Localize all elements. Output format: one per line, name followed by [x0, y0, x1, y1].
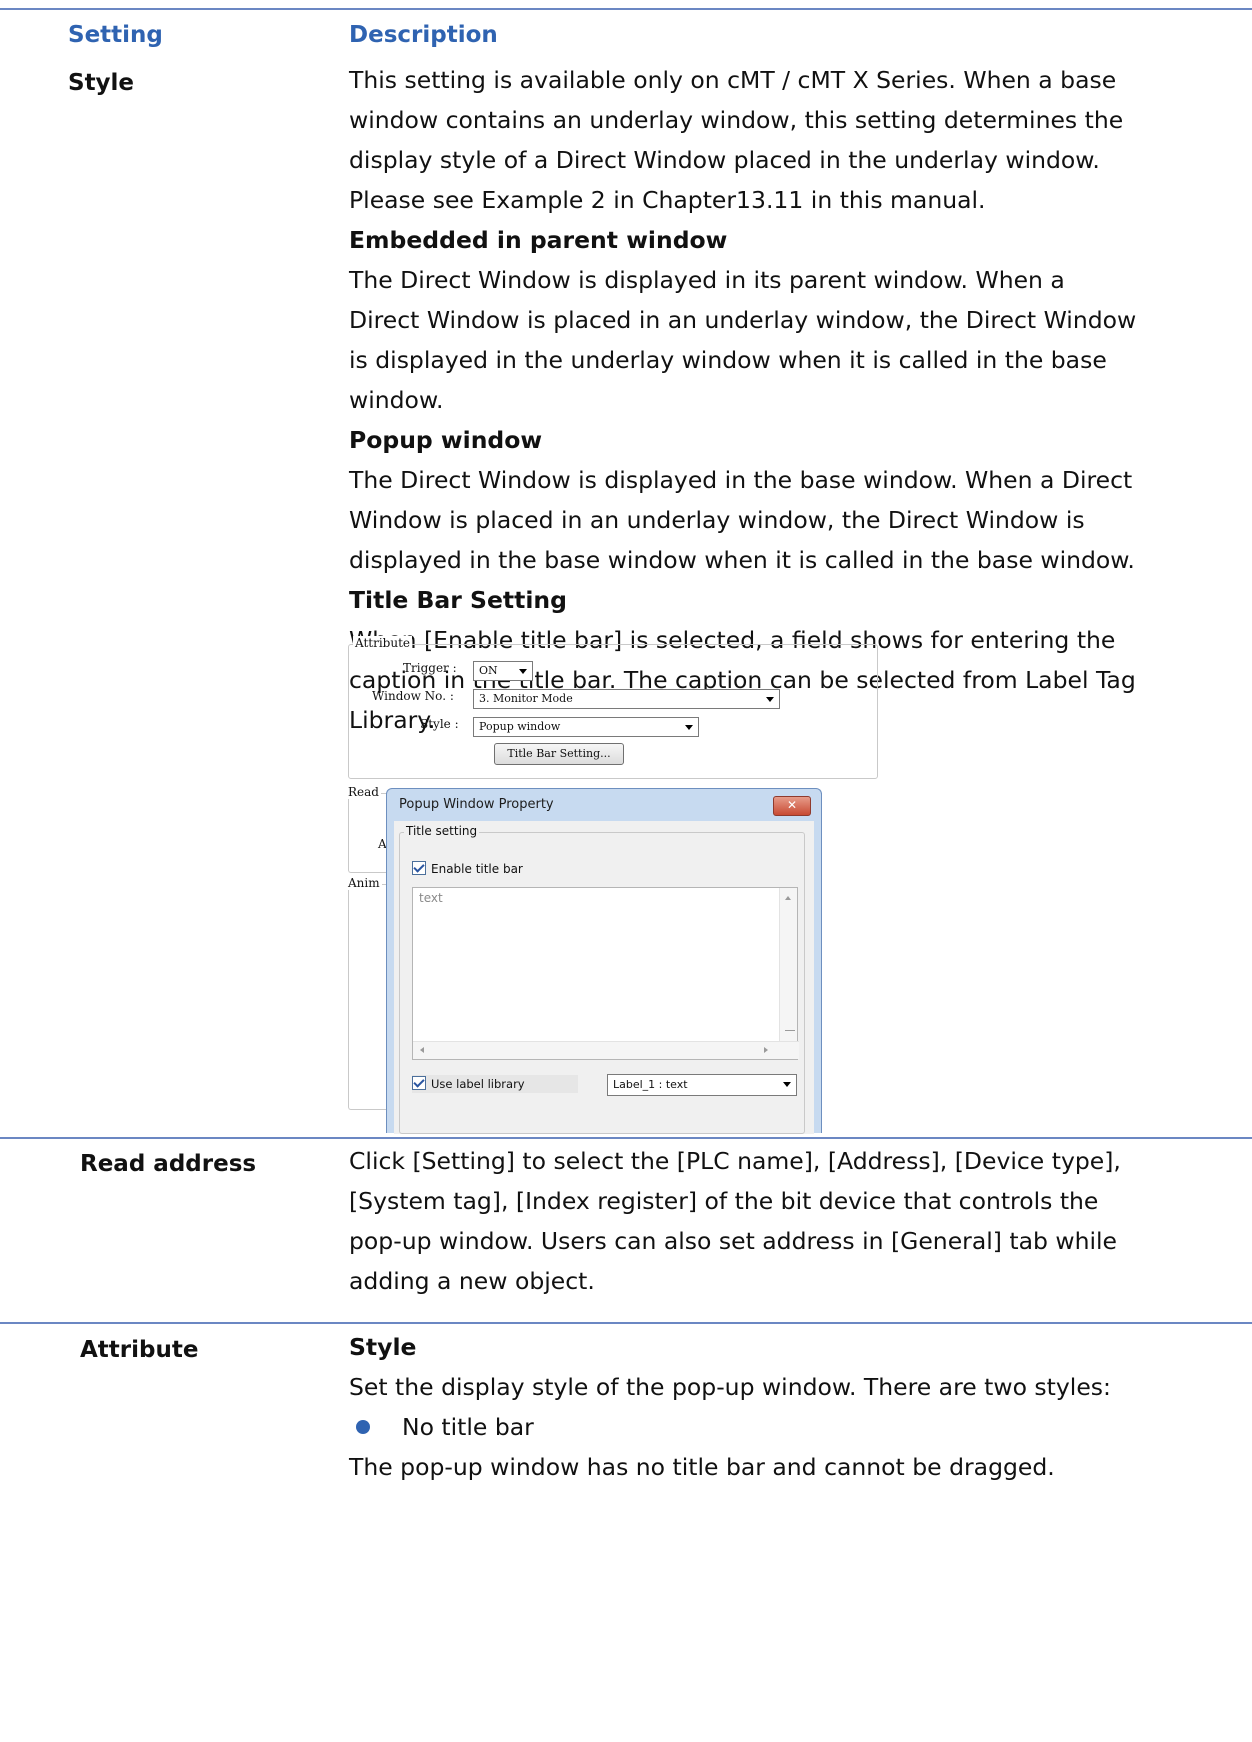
style-line: display style of a Direct Window placed … — [349, 146, 1100, 174]
attribute-line: The pop-up window has no title bar and c… — [349, 1453, 1055, 1481]
titlebar-heading: Title Bar Setting — [349, 586, 567, 614]
dialog-body: Title setting Enable title bar text Use … — [394, 821, 814, 1134]
read-address-description: Click [Setting] to select the [PLC name]… — [349, 1141, 1239, 1301]
title-text: text — [419, 891, 443, 905]
attribute-bullet-item: No title bar — [349, 1407, 1239, 1447]
row-divider-attribute — [0, 1322, 1252, 1324]
chevron-down-icon — [766, 697, 774, 702]
style-value: Popup window — [479, 720, 561, 733]
trigger-select[interactable]: ON — [473, 661, 533, 681]
title-bar-setting-button[interactable]: Title Bar Setting... — [494, 743, 624, 765]
scroll-left-icon — [420, 1047, 424, 1053]
attribute-description: Style Set the display style of the pop-u… — [349, 1327, 1239, 1487]
window-no-select[interactable]: 3. Monitor Mode — [473, 689, 780, 709]
row-label-read-address: Read address — [80, 1151, 257, 1177]
scroll-down-icon — [785, 1030, 795, 1031]
scroll-right-icon — [764, 1047, 768, 1053]
embedded-line: Direct Window is placed in an underlay w… — [349, 306, 1137, 334]
vertical-scrollbar[interactable] — [779, 888, 797, 1042]
popup-line: Window is placed in an underlay window, … — [349, 506, 1085, 534]
horizontal-scrollbar[interactable] — [413, 1041, 799, 1059]
trigger-value: ON — [479, 664, 498, 677]
popup-heading: Popup window — [349, 426, 543, 454]
style-description: This setting is available only on cMT / … — [349, 60, 1239, 740]
bullet-icon — [356, 1420, 370, 1434]
chevron-down-icon — [685, 725, 693, 730]
attribute-style-heading: Style — [349, 1333, 417, 1361]
read-address-line: Click [Setting] to select the [PLC name]… — [349, 1147, 1121, 1175]
no-title-bar-label: No title bar — [402, 1413, 534, 1441]
style-line: window contains an underlay window, this… — [349, 106, 1124, 134]
read-address-line: adding a new object. — [349, 1267, 595, 1295]
header-setting: Setting — [68, 22, 163, 48]
row-label-style: Style — [68, 70, 135, 96]
read-address-line: [System tag], [Index register] of the bi… — [349, 1187, 1099, 1215]
animation-group-title: Anim — [346, 876, 382, 890]
style-line: Please see Example 2 in Chapter13.11 in … — [349, 186, 986, 214]
use-label-library-checkbox[interactable]: Use label library — [412, 1075, 578, 1093]
scroll-up-icon — [785, 896, 791, 900]
chevron-down-icon — [783, 1082, 791, 1087]
style-label: Style : — [420, 717, 459, 731]
embedded-heading: Embedded in parent window — [349, 226, 728, 254]
attribute-group-title: Attribute — [353, 636, 413, 650]
popup-settings-screenshot: Attribute Trigger : ON Window No. : 3. M… — [346, 636, 878, 1134]
embedded-line: window. — [349, 386, 444, 414]
enable-title-bar-label: Enable title bar — [431, 862, 523, 876]
table-top-rule — [0, 8, 1252, 10]
popup-window-property-dialog: Popup Window Property ✕ Title setting En… — [386, 788, 822, 1134]
style-select[interactable]: Popup window — [473, 717, 699, 737]
popup-line: displayed in the base window when it is … — [349, 546, 1135, 574]
read-group-title: Read — [346, 785, 381, 799]
window-no-value: 3. Monitor Mode — [479, 692, 573, 705]
row-divider-read-address — [0, 1137, 1252, 1139]
header-description: Description — [349, 22, 498, 48]
use-label-library-label: Use label library — [431, 1077, 525, 1091]
label-select-value: Label_1 : text — [613, 1078, 688, 1091]
row-label-attribute: Attribute — [80, 1337, 199, 1363]
embedded-line: is displayed in the underlay window when… — [349, 346, 1107, 374]
style-line: This setting is available only on cMT / … — [349, 66, 1117, 94]
title-text-area[interactable]: text — [412, 887, 799, 1060]
popup-line: The Direct Window is displayed in the ba… — [349, 466, 1133, 494]
checkbox-checked-icon — [412, 1076, 426, 1090]
title-setting-group-title: Title setting — [404, 824, 480, 838]
close-icon[interactable]: ✕ — [773, 796, 811, 816]
embedded-line: The Direct Window is displayed in its pa… — [349, 266, 1065, 294]
enable-title-bar-checkbox[interactable]: Enable title bar — [412, 861, 523, 876]
read-address-line: pop-up window. Users can also set addres… — [349, 1227, 1118, 1255]
checkbox-checked-icon — [412, 861, 426, 875]
trigger-label: Trigger : — [403, 661, 457, 675]
label-select[interactable]: Label_1 : text — [607, 1074, 797, 1096]
dialog-title: Popup Window Property — [399, 797, 554, 812]
attribute-line: Set the display style of the pop-up wind… — [349, 1373, 1111, 1401]
window-no-label: Window No. : — [372, 689, 454, 703]
chevron-down-icon — [519, 669, 527, 674]
